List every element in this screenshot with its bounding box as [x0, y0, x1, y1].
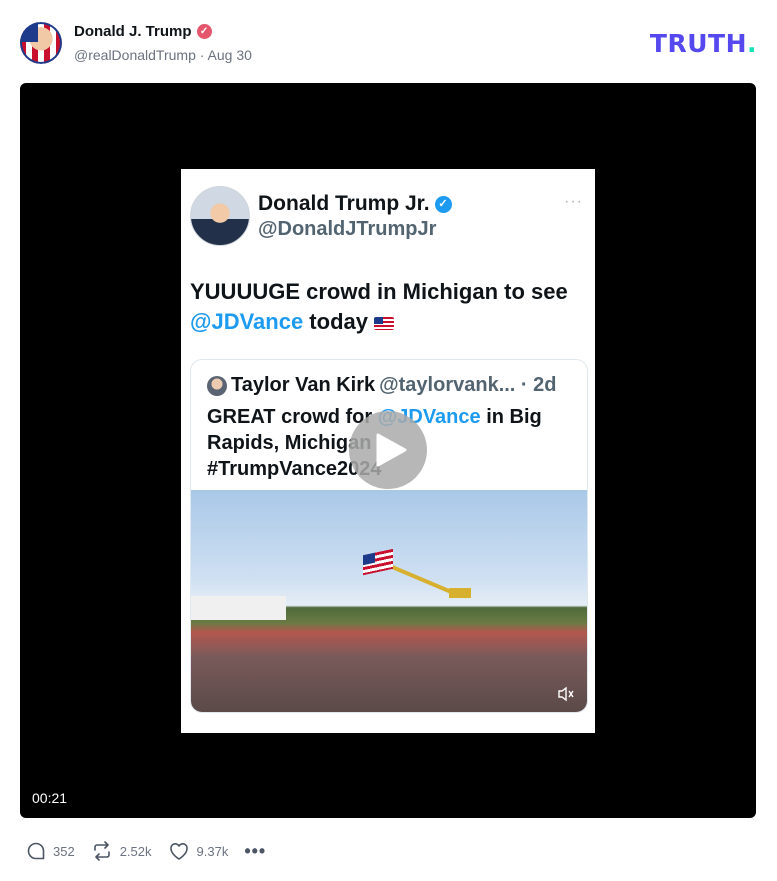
post-meta: @realDonaldTrump · Aug 30	[74, 47, 252, 63]
embedded-text-before: YUUUUGE crowd in Michigan to see	[190, 279, 568, 304]
retruth-icon	[93, 841, 110, 861]
reply-count: 352	[53, 843, 75, 859]
verified-badge-icon: ✓	[196, 24, 212, 39]
handle[interactable]: @realDonaldTrump	[74, 47, 196, 63]
mute-icon[interactable]	[557, 686, 575, 702]
logo-dot: .	[747, 29, 757, 58]
play-icon	[376, 433, 407, 467]
quoted-handle: @taylorvank... · 2d	[379, 374, 557, 396]
display-name[interactable]: Donald J. Trump	[74, 23, 192, 40]
more-options-icon[interactable]: •••	[244, 841, 266, 862]
retruth-count: 2.52k	[119, 843, 152, 859]
post-header: Donald J. Trump ✓ @realDonaldTrump · Aug…	[20, 20, 757, 66]
meta-separator: ·	[195, 47, 208, 63]
quoted-line-1-before: GREAT crowd for	[207, 406, 378, 428]
embedded-text: YUUUUGE crowd in Michigan to see @JDVanc…	[190, 277, 590, 337]
embedded-text-after: today	[303, 309, 368, 334]
like-button[interactable]: 9.37k	[168, 841, 229, 861]
logo-text: TRUTH	[649, 29, 747, 58]
quoted-author: Taylor Van Kirk	[231, 374, 376, 396]
quoted-line-1-after: in Big	[480, 406, 542, 428]
embedded-mention: @JDVance	[190, 309, 304, 334]
like-count: 9.37k	[196, 843, 229, 859]
avatar[interactable]	[20, 22, 62, 64]
us-flag-icon	[373, 316, 394, 330]
reply-icon	[27, 842, 45, 860]
rally-crowd-image	[191, 490, 587, 712]
embedded-verified-icon: ✓	[434, 195, 452, 213]
embedded-handle: @DonaldJTrumpJr	[258, 218, 437, 240]
video-player[interactable]: Donald Trump Jr. ✓ @DonaldJTrumpJr ··· Y…	[20, 83, 756, 818]
embedded-name-row: Donald Trump Jr. ✓	[258, 192, 452, 216]
quoted-avatar	[207, 375, 227, 396]
post-date[interactable]: Aug 30	[208, 47, 252, 63]
tent-shape	[191, 596, 286, 620]
embedded-author: Donald Trump Jr.	[258, 192, 430, 215]
retruth-button[interactable]: 2.52k	[91, 841, 152, 861]
embedded-more-icon: ···	[564, 193, 583, 210]
heart-icon	[169, 843, 188, 860]
video-duration: 00:21	[32, 790, 68, 806]
reply-button[interactable]: 352	[26, 841, 75, 861]
truth-logo[interactable]: TRUTH.	[650, 29, 757, 58]
play-button[interactable]	[349, 411, 427, 489]
action-bar: 352 2.52k 9.37k •••	[26, 840, 266, 862]
quoted-post-header: Taylor Van Kirk @taylorvank... · 2d	[207, 374, 556, 397]
name-row: Donald J. Trump ✓	[74, 23, 212, 40]
embedded-avatar	[190, 186, 250, 246]
